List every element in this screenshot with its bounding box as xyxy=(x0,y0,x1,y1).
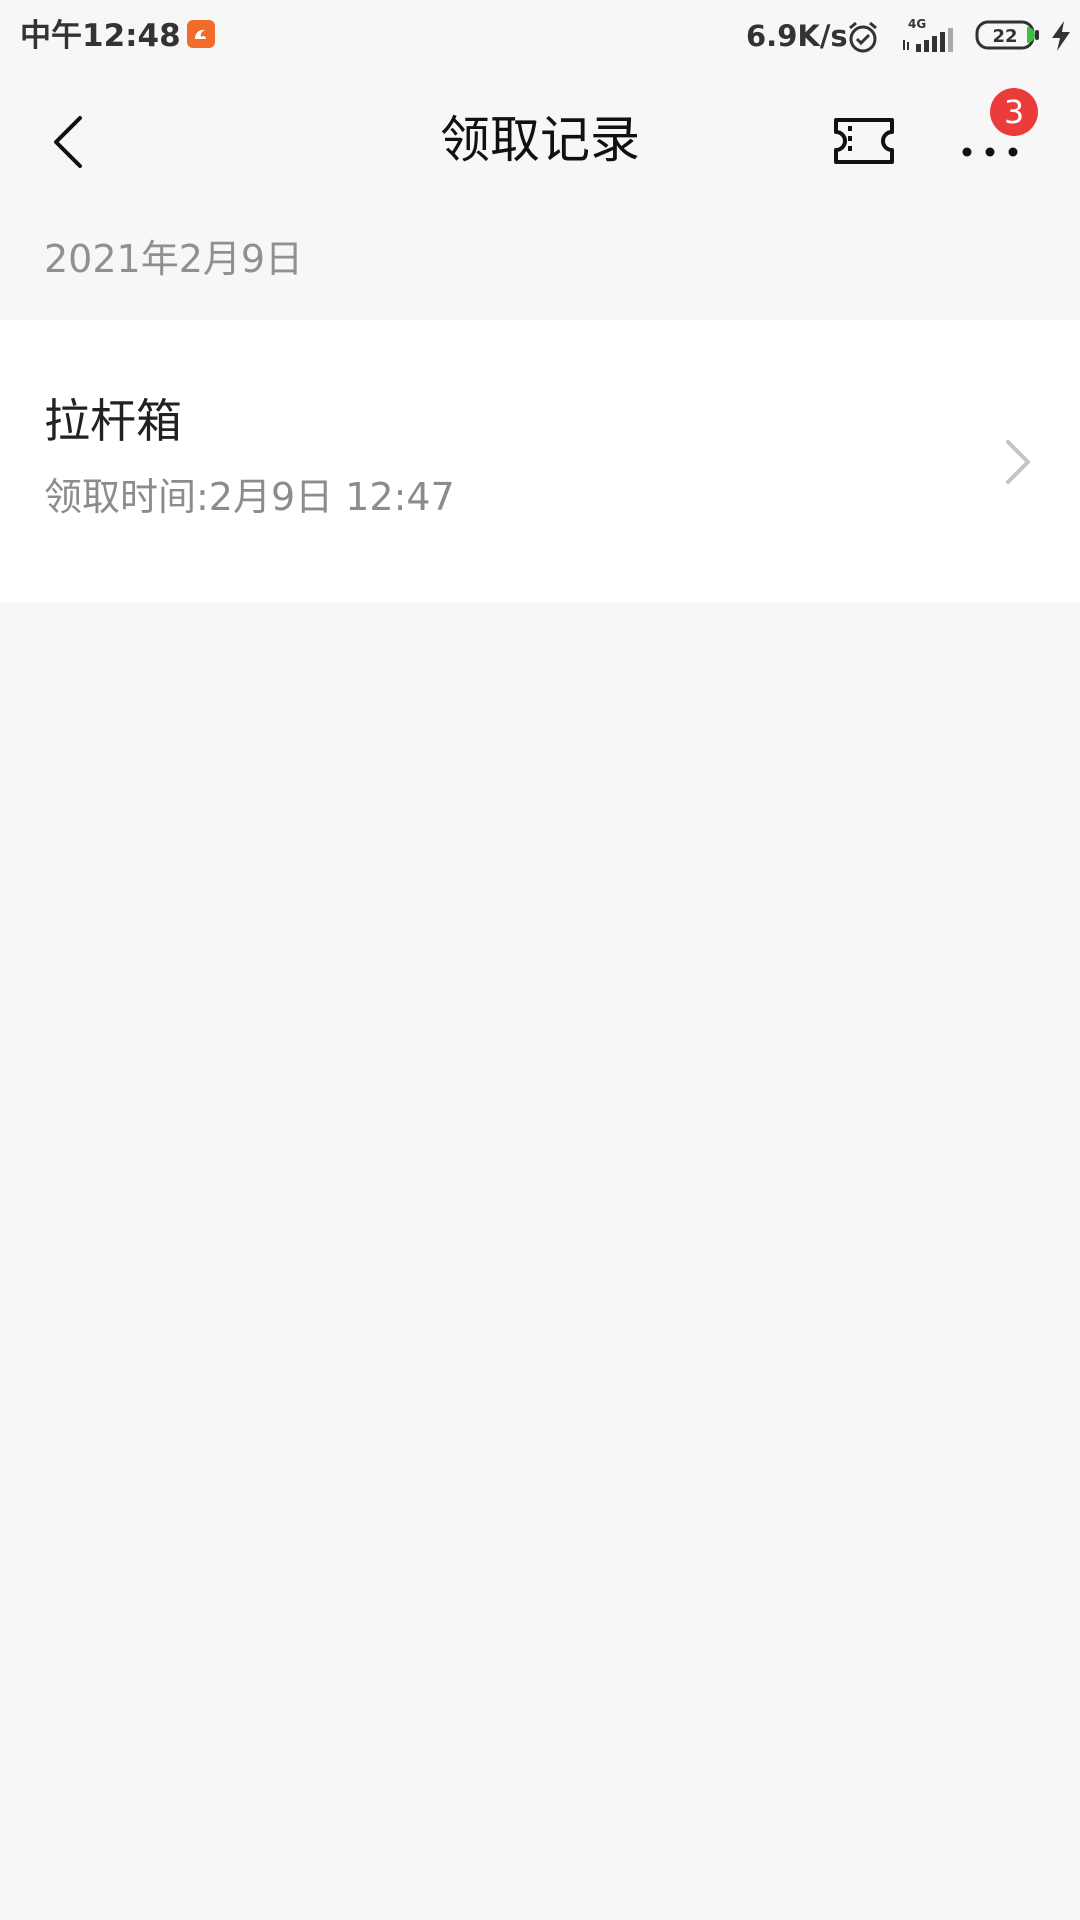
item-claim-time: 领取时间:2月9日 12:47 xyxy=(44,475,455,519)
chevron-right-icon xyxy=(1000,436,1036,492)
item-name: 拉杆箱 xyxy=(44,394,182,448)
nav-header: 领取记录 3 xyxy=(0,72,1080,208)
chevron-left-icon xyxy=(54,116,82,168)
status-bar: 中午12:48 6.9K/s 4G 22 xyxy=(0,0,1080,72)
network-type: 4G xyxy=(908,17,926,31)
battery-level: 22 xyxy=(992,26,1017,47)
date-group: 2021年2月9日 xyxy=(0,208,1080,320)
alarm-icon xyxy=(846,20,880,58)
battery-icon: 22 xyxy=(975,20,1041,54)
notification-badge: 3 xyxy=(990,88,1038,136)
net-speed: 6.9K/s xyxy=(746,19,848,53)
ticket-button[interactable] xyxy=(830,114,898,168)
list-item[interactable]: 拉杆箱 领取时间:2月9日 12:47 xyxy=(0,320,1080,602)
signal-icon: 4G xyxy=(902,16,962,60)
back-button[interactable] xyxy=(40,106,104,178)
uc-browser-icon xyxy=(187,20,215,48)
ticket-icon xyxy=(834,118,894,164)
page-title: 领取记录 xyxy=(440,111,640,169)
date-label: 2021年2月9日 xyxy=(44,237,304,281)
charging-icon xyxy=(1050,20,1072,56)
status-time: 中午12:48 xyxy=(20,18,181,54)
